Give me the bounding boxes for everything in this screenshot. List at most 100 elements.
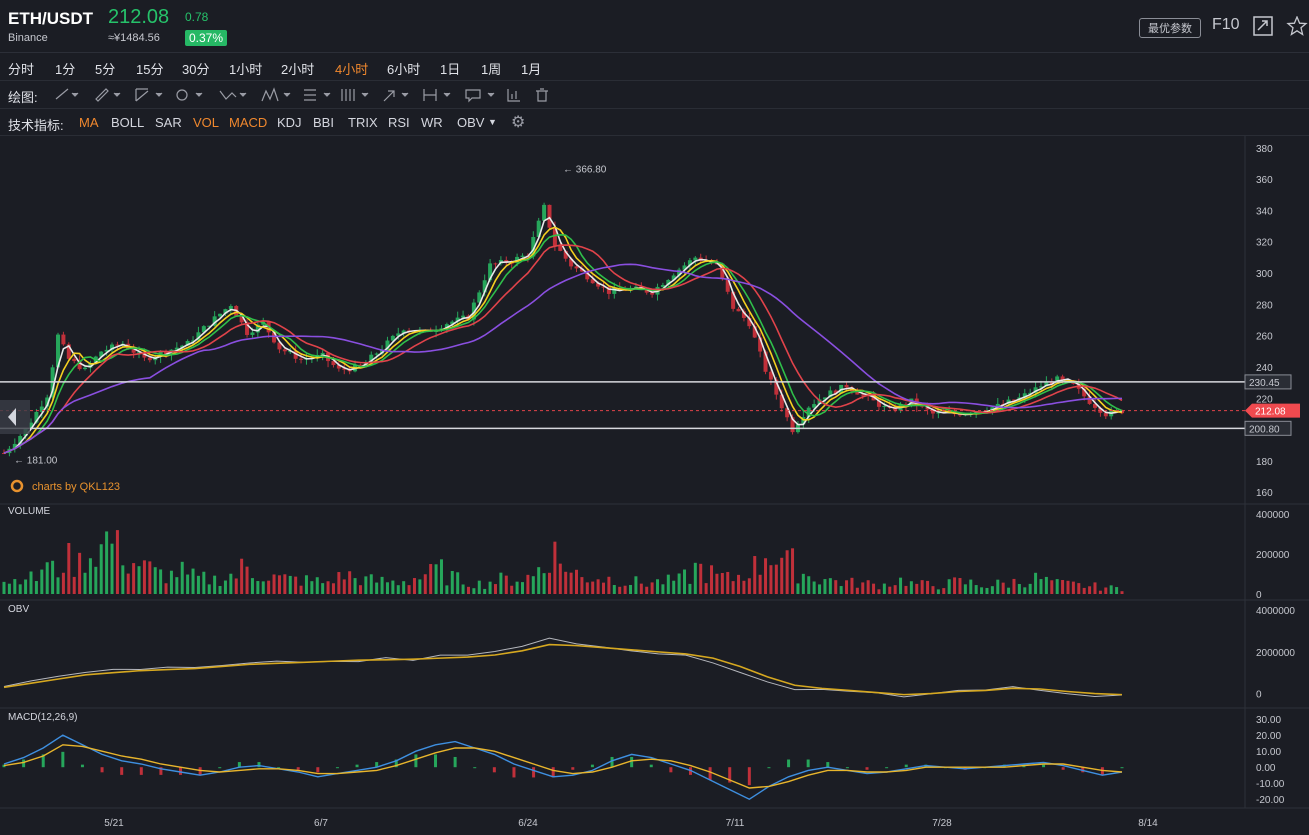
macd-histogram-bar <box>806 759 810 768</box>
volume-bar <box>974 585 978 594</box>
time-tick-label: 7/28 <box>932 818 952 829</box>
timeframe-9[interactable]: 1日 <box>440 59 460 78</box>
drawing-toolbar: 绘图: <box>0 81 1309 109</box>
indicator-kdj[interactable]: KDJ <box>277 115 302 130</box>
f10-button[interactable]: F10 <box>1212 16 1240 34</box>
obv-line <box>3 637 1123 698</box>
indicator-vol[interactable]: VOL <box>193 115 219 130</box>
candle-body <box>736 308 741 312</box>
volume-bar <box>747 578 751 594</box>
settings-gear-icon[interactable]: ⚙ <box>511 112 525 132</box>
macd-tick-label: -10.00 <box>1256 779 1285 790</box>
volume-bar <box>915 583 919 594</box>
indicator-trix[interactable]: TRIX <box>348 115 378 130</box>
trash-icon[interactable] <box>536 88 548 102</box>
timeframe-3[interactable]: 15分 <box>136 59 163 78</box>
indicator-boll[interactable]: BOLL <box>111 115 144 130</box>
volume-bar <box>731 581 735 594</box>
indicator-macd[interactable]: MACD <box>229 115 267 130</box>
volume-bar <box>569 572 573 594</box>
circle-tool-icon[interactable] <box>176 89 203 101</box>
timeframe-10[interactable]: 1周 <box>481 59 501 78</box>
volume-bar <box>510 585 514 594</box>
volume-bar <box>99 544 103 594</box>
timeframe-7[interactable]: 4小时 <box>335 59 368 78</box>
timeframe-6[interactable]: 2小时 <box>281 59 314 78</box>
gann-tool-icon[interactable] <box>341 89 369 101</box>
volume-bar <box>547 572 551 594</box>
polyline-tool-icon[interactable] <box>135 88 163 102</box>
volume-bar <box>277 575 281 594</box>
timeframe-0[interactable]: 分时 <box>8 59 34 78</box>
pattern-tool-icon[interactable] <box>261 87 291 102</box>
volume-bar <box>126 573 130 594</box>
volume-bar <box>439 559 443 594</box>
chart-area[interactable]: 160180200220240260280300320340360380230.… <box>0 136 1309 835</box>
volume-bar <box>315 577 319 594</box>
indicator-sar[interactable]: SAR <box>155 115 182 130</box>
indicator-wr[interactable]: WR <box>421 115 443 130</box>
star-icon[interactable] <box>1286 16 1308 36</box>
volume-bar <box>207 584 211 594</box>
optimal-params-button[interactable]: 最优参数 <box>1139 18 1201 38</box>
trendline-tool-icon[interactable] <box>55 88 79 100</box>
volume-bar <box>1115 587 1119 594</box>
arrow-tool-icon[interactable] <box>383 90 409 102</box>
fullscreen-icon[interactable] <box>1252 16 1274 36</box>
candle-body <box>520 255 525 257</box>
macd-histogram-bar <box>100 767 104 773</box>
macd-histogram-bar <box>296 767 300 770</box>
time-tick-label: 7/11 <box>726 818 745 829</box>
wave-tool-icon[interactable] <box>219 90 247 100</box>
macd-histogram-bar <box>80 764 84 768</box>
volume-bar <box>423 574 427 594</box>
volume-bar <box>1098 590 1102 594</box>
chevron-down-icon[interactable]: ▼ <box>488 117 497 127</box>
volume-bar <box>942 588 946 594</box>
time-tick-label: 6/24 <box>518 818 538 829</box>
volume-bar <box>51 560 55 594</box>
price-tick-label: 320 <box>1256 238 1273 249</box>
indicator-tool-icon[interactable] <box>507 89 520 102</box>
volume-bar <box>764 558 768 594</box>
measure-tool-icon[interactable] <box>423 89 451 101</box>
high-marker-label: ← 366.80 <box>563 164 607 175</box>
volume-bar <box>337 572 341 594</box>
timeframe-11[interactable]: 1月 <box>521 59 541 78</box>
comment-tool-icon[interactable] <box>465 89 495 103</box>
timeframe-2[interactable]: 5分 <box>95 59 115 78</box>
pair-symbol[interactable]: ETH/USDT <box>8 9 93 29</box>
volume-bar <box>380 576 384 594</box>
timeframe-1[interactable]: 1分 <box>55 59 75 78</box>
volume-bar <box>683 569 687 594</box>
fib-tool-icon[interactable] <box>304 89 331 101</box>
volume-bar <box>450 571 454 594</box>
timeframe-8[interactable]: 6小时 <box>387 59 420 78</box>
indicator-rsi[interactable]: RSI <box>388 115 410 130</box>
indicator-bbi[interactable]: BBI <box>313 115 334 130</box>
drawing-tools[interactable] <box>52 85 552 105</box>
volume-bar <box>785 550 789 594</box>
volume-bar <box>699 563 703 594</box>
time-tick-label: 6/7 <box>314 818 328 829</box>
candle-body <box>250 332 255 335</box>
volume-bar <box>180 561 184 594</box>
timeframe-5[interactable]: 1小时 <box>229 59 262 78</box>
volume-bar <box>996 579 1000 594</box>
volume-bar <box>1007 587 1011 594</box>
price-tick-label: 360 <box>1256 175 1273 186</box>
candle-body <box>1103 412 1108 417</box>
volume-bar <box>812 581 816 594</box>
volume-bar <box>564 571 568 594</box>
macd-histogram-bar <box>1061 767 1065 770</box>
volume-bar <box>148 561 152 594</box>
volume-bar <box>24 579 28 594</box>
volume-bar <box>256 581 260 594</box>
volume-bar <box>283 574 287 594</box>
volume-bar <box>353 578 357 594</box>
indicator-ma[interactable]: MA <box>79 115 99 130</box>
indicator-obv[interactable]: OBV <box>457 115 484 130</box>
candle-body <box>542 204 547 221</box>
timeframe-4[interactable]: 30分 <box>182 59 209 78</box>
pen-tool-icon[interactable] <box>95 88 121 102</box>
